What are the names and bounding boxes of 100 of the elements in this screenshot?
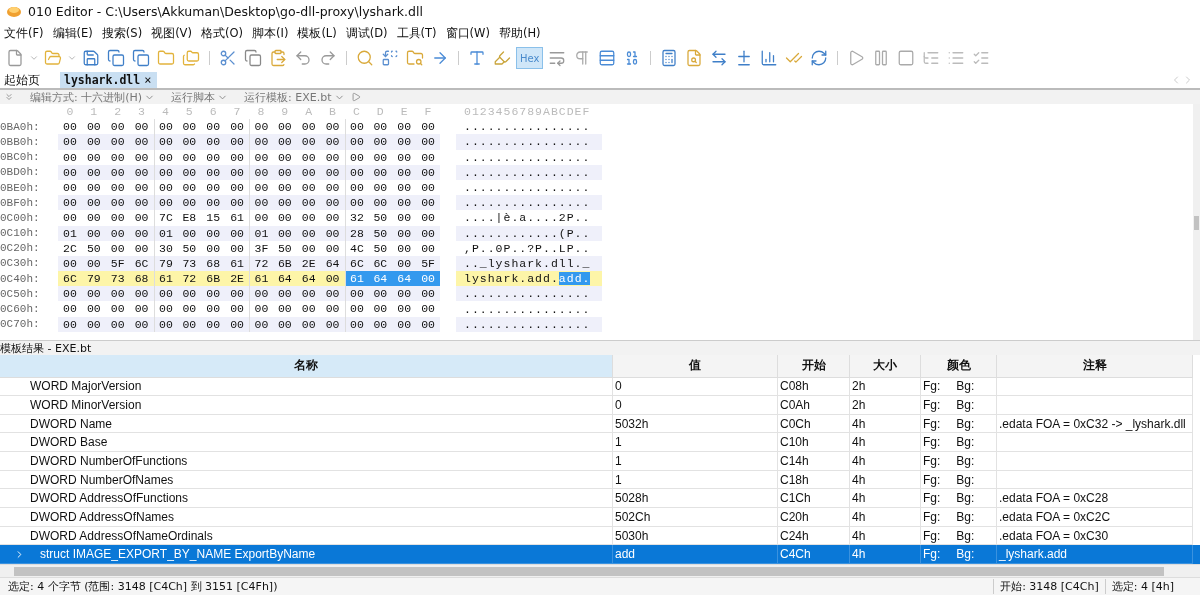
hex-byte[interactable]: 00: [81, 149, 106, 165]
hex-byte[interactable]: 00: [177, 286, 202, 302]
hex-byte[interactable]: 00: [225, 119, 249, 135]
hex-byte[interactable]: 00: [272, 301, 297, 317]
menu-item[interactable]: 脚本(I): [252, 25, 289, 41]
hex-byte[interactable]: 00: [416, 164, 440, 180]
hex-byte[interactable]: 61: [225, 255, 249, 272]
hex-byte[interactable]: 64: [320, 255, 345, 272]
hex-byte[interactable]: 00: [177, 225, 202, 241]
hex-byte[interactable]: 00: [320, 134, 345, 150]
hex-byte[interactable]: 00: [272, 316, 297, 332]
hex-byte[interactable]: 00: [416, 210, 440, 226]
hex-byte[interactable]: 00: [416, 195, 440, 211]
hex-byte[interactable]: 00: [392, 149, 417, 165]
hex-byte[interactable]: 00: [153, 164, 178, 180]
hex-byte[interactable]: 6C: [58, 271, 82, 287]
hex-byte[interactable]: 00: [392, 255, 417, 272]
hex-byte[interactable]: 00: [225, 301, 249, 317]
hex-byte[interactable]: 00: [105, 225, 130, 241]
hex-byte[interactable]: 00: [105, 149, 130, 165]
hex-byte[interactable]: 00: [392, 225, 417, 241]
hex-byte[interactable]: 00: [249, 164, 273, 180]
hex-byte[interactable]: 2E: [296, 255, 321, 272]
hex-byte[interactable]: 4C: [344, 240, 369, 256]
hex-byte[interactable]: 00: [392, 210, 417, 226]
hex-byte[interactable]: 00: [368, 286, 393, 302]
menu-item[interactable]: 搜索(S): [101, 25, 143, 41]
hex-byte[interactable]: 68: [201, 255, 226, 272]
hex-byte[interactable]: 00: [296, 134, 321, 150]
hex-byte[interactable]: 00: [416, 134, 440, 150]
hex-byte[interactable]: 00: [392, 286, 417, 302]
hex-byte[interactable]: 50: [368, 240, 393, 256]
editor-option[interactable]: 运行脚本: [171, 89, 216, 105]
hex-byte[interactable]: 00: [129, 164, 154, 180]
menu-item[interactable]: 窗口(W): [445, 25, 490, 41]
editor-option[interactable]: 运行模板: EXE.bt: [244, 89, 332, 105]
hex-byte[interactable]: E8: [177, 210, 202, 226]
hex-byte[interactable]: 00: [201, 195, 226, 211]
hex-byte[interactable]: 00: [344, 316, 369, 332]
hex-byte[interactable]: 00: [177, 149, 202, 165]
hex-byte[interactable]: 00: [81, 195, 106, 211]
hex-byte[interactable]: 73: [105, 271, 130, 287]
file-tab[interactable]: lyshark.dll ×: [60, 72, 158, 88]
hex-byte[interactable]: 00: [177, 134, 202, 150]
column-header[interactable]: 值: [613, 355, 778, 378]
hex-byte[interactable]: 00: [320, 210, 345, 226]
hex-byte[interactable]: 00: [249, 301, 273, 317]
caret-icon[interactable]: [67, 53, 77, 63]
hex-byte[interactable]: 00: [177, 119, 202, 135]
close-icon[interactable]: ×: [144, 73, 152, 87]
hex-byte[interactable]: 00: [296, 179, 321, 196]
hex-byte[interactable]: 00: [153, 301, 178, 317]
hex-byte[interactable]: 00: [177, 316, 202, 332]
hex-byte[interactable]: 00: [249, 210, 273, 226]
hex-byte[interactable]: 00: [296, 210, 321, 226]
hex-byte[interactable]: 00: [392, 119, 417, 135]
hex-byte[interactable]: 00: [129, 240, 154, 256]
hex-byte[interactable]: 00: [416, 225, 440, 241]
vertical-scrollbar[interactable]: [1193, 104, 1200, 340]
hex-byte[interactable]: 6B: [272, 255, 297, 272]
hex-byte[interactable]: 00: [368, 195, 393, 211]
hex-byte[interactable]: 00: [249, 316, 273, 332]
hex-byte[interactable]: 00: [129, 179, 154, 196]
hex-byte[interactable]: 50: [81, 240, 106, 256]
play-icon[interactable]: [350, 92, 361, 102]
hex-byte[interactable]: 7C: [153, 210, 178, 226]
hex-byte[interactable]: 00: [58, 134, 82, 150]
hex-byte[interactable]: 00: [201, 225, 226, 241]
hex-byte[interactable]: 00: [105, 301, 130, 317]
hex-byte[interactable]: 00: [153, 134, 178, 150]
hex-byte[interactable]: 00: [58, 164, 82, 180]
hex-byte[interactable]: 01: [58, 225, 82, 241]
hex-byte[interactable]: 00: [392, 134, 417, 150]
hex-byte[interactable]: 00: [392, 240, 417, 256]
hex-byte[interactable]: 00: [129, 134, 154, 150]
hex-byte[interactable]: 00: [58, 316, 82, 332]
hex-byte[interactable]: 00: [129, 195, 154, 211]
hex-byte[interactable]: 00: [416, 119, 440, 135]
menu-item[interactable]: 格式(O): [200, 25, 243, 41]
hex-byte[interactable]: 00: [392, 179, 417, 196]
copy-icon[interactable]: [242, 47, 264, 69]
column-header[interactable]: 大小: [850, 355, 921, 378]
hex-byte[interactable]: 00: [392, 164, 417, 180]
hex-byte[interactable]: 00: [320, 240, 345, 256]
hex-byte[interactable]: 00: [105, 179, 130, 196]
hex-byte[interactable]: 00: [225, 225, 249, 241]
hex-byte[interactable]: 6C: [368, 255, 393, 272]
hex-byte[interactable]: 01: [153, 225, 178, 241]
hex-byte[interactable]: 00: [272, 195, 297, 211]
hex-byte[interactable]: 00: [416, 316, 440, 332]
hex-byte[interactable]: 73: [177, 255, 202, 272]
hex-byte[interactable]: 00: [320, 301, 345, 317]
menu-item[interactable]: 帮助(H): [498, 25, 541, 41]
hex-byte[interactable]: 00: [81, 164, 106, 180]
hex-byte[interactable]: 00: [368, 134, 393, 150]
hex-byte[interactable]: 00: [272, 149, 297, 165]
hex-byte[interactable]: 32: [344, 210, 369, 226]
hex-byte[interactable]: 30: [153, 240, 178, 256]
hex-byte[interactable]: 00: [368, 179, 393, 196]
hex-byte[interactable]: 00: [81, 119, 106, 135]
